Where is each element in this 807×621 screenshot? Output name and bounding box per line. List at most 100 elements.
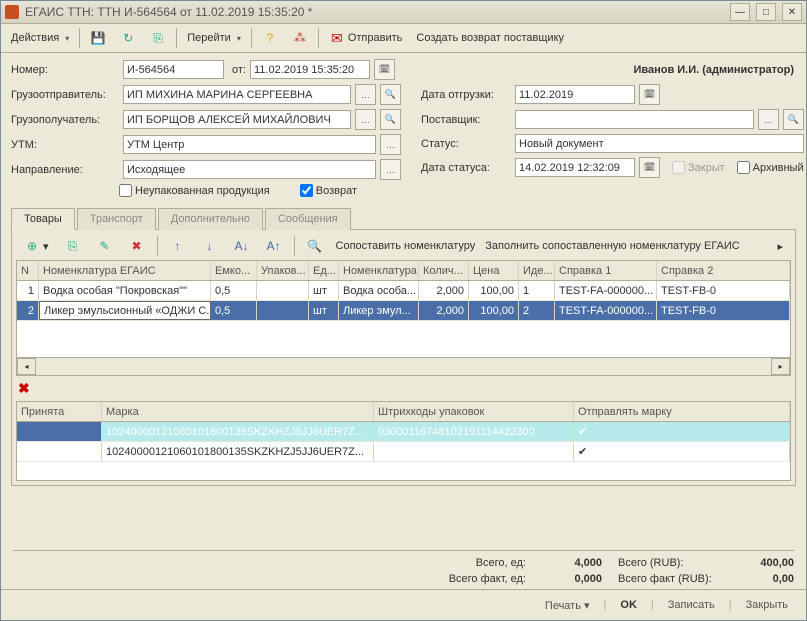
direction-select-icon[interactable]: … <box>380 159 401 180</box>
col-ident[interactable]: Иде... <box>519 261 555 280</box>
col-barcode[interactable]: Штрихкоды упаковок <box>374 402 574 421</box>
supplier-select-icon[interactable]: … <box>758 109 779 130</box>
refresh-icon[interactable]: ↻ <box>114 26 142 50</box>
col-accepted[interactable]: Принята <box>17 402 102 421</box>
shipper-open-icon[interactable]: 🔍 <box>380 84 401 105</box>
col-nom[interactable]: Номенклатура <box>339 261 419 280</box>
col-ref1[interactable]: Справка 1 <box>555 261 657 280</box>
return-checkbox[interactable]: Возврат <box>300 184 357 197</box>
ship-date-input[interactable]: 11.02.2019 <box>515 85 635 104</box>
create-return-button[interactable]: Создать возврат поставщику <box>410 26 570 50</box>
hscrollbar[interactable]: ◂▸ <box>17 357 790 375</box>
col-pack[interactable]: Упаков... <box>257 261 309 280</box>
supplier-open-icon[interactable]: 🔍 <box>783 109 804 130</box>
utm-input[interactable]: УТМ Центр <box>123 135 376 154</box>
col-nom-egais[interactable]: Номенклатура ЕГАИС <box>39 261 211 280</box>
col-ref2[interactable]: Справка 2 <box>657 261 790 280</box>
direction-label: Направление: <box>11 164 119 176</box>
save-icon[interactable]: 💾 <box>84 26 112 50</box>
tabs: Товары Транспорт Дополнительно Сообщения <box>11 207 796 230</box>
col-n[interactable]: N <box>17 261 39 280</box>
consignee-select-icon[interactable]: … <box>355 109 376 130</box>
total-qty-label: Всего, ед: <box>436 557 526 569</box>
number-label: Номер: <box>11 64 119 76</box>
sort-desc-icon[interactable]: A↑ <box>260 234 288 258</box>
supplier-input[interactable] <box>515 110 754 129</box>
grid-header: N Номенклатура ЕГАИС Емко... Упаков... Е… <box>17 261 790 281</box>
tab-additional[interactable]: Дополнительно <box>158 208 263 230</box>
status-date-label: Дата статуса: <box>421 162 511 174</box>
consignee-open-icon[interactable]: 🔍 <box>380 109 401 130</box>
marks-grid: Принята Марка Штрихкоды упаковок Отправл… <box>16 401 791 481</box>
check-icon: ✔ <box>578 445 587 458</box>
table-row[interactable]: 10240000121060101800135SKZKHZJ5JJ6UER7Z.… <box>17 422 790 442</box>
status-input[interactable]: Новый документ <box>515 134 804 153</box>
minimize-button[interactable]: — <box>730 3 750 21</box>
unpacked-checkbox[interactable]: Неупакованная продукция <box>119 184 270 197</box>
fill-nomenclature[interactable]: Заполнить сопоставленную номенклатуру ЕГ… <box>482 240 743 252</box>
toolbar-more-icon[interactable]: ▸ <box>771 234 789 258</box>
utm-select-icon[interactable]: … <box>380 134 401 155</box>
tab-goods[interactable]: Товары <box>11 208 75 230</box>
status-label: Статус: <box>421 138 511 150</box>
ok-button[interactable]: OK <box>612 596 645 614</box>
match-nomenclature[interactable]: Сопоставить номенклатуру <box>333 240 479 252</box>
total-rub-label: Всего (RUB): <box>618 557 728 569</box>
send-button[interactable]: ✉Отправить <box>323 26 409 50</box>
ship-date-cal-icon[interactable] <box>639 84 660 105</box>
sort-asc-icon[interactable]: A↓ <box>228 234 256 258</box>
titlebar: ЕГАИС ТТН: ТТН И-564564 от 11.02.2019 15… <box>1 1 806 24</box>
help-icon[interactable]: ? <box>256 26 284 50</box>
check-icon: ✔ <box>578 425 587 438</box>
post-icon[interactable]: ⎘ <box>144 26 172 50</box>
footer: Печать ▾| OK| Записать| Закрыть <box>1 589 806 620</box>
ship-date-label: Дата отгрузки: <box>421 89 511 101</box>
shipper-input[interactable]: ИП МИХИНА МАРИНА СЕРГЕЕВНА <box>123 85 351 104</box>
number-input[interactable]: И-564564 <box>123 60 224 79</box>
calendar-icon[interactable] <box>374 59 395 80</box>
tab-transport[interactable]: Транспорт <box>77 208 156 230</box>
clone-row-icon[interactable]: ⎘ <box>59 234 87 258</box>
direction-input[interactable]: Исходящее <box>123 160 376 179</box>
col-qty[interactable]: Колич... <box>419 261 469 280</box>
col-mark[interactable]: Марка <box>102 402 374 421</box>
fact-qty-label: Всего факт, ед: <box>436 573 526 585</box>
close-form-button[interactable]: Закрыть <box>738 596 796 614</box>
window-title: ЕГАИС ТТН: ТТН И-564564 от 11.02.2019 15… <box>25 5 724 19</box>
add-row-icon[interactable]: ⊕▾ <box>18 234 55 258</box>
utm-label: УТМ: <box>11 139 119 151</box>
closed-checkbox[interactable]: Закрыт <box>672 161 725 174</box>
table-row[interactable]: 10240000121060101800135SKZKHZJ5JJ6UER7Z.… <box>17 442 790 462</box>
status-date-cal-icon[interactable] <box>639 157 660 178</box>
move-down-icon[interactable]: ↓ <box>196 234 224 258</box>
tab-messages[interactable]: Сообщения <box>265 208 351 230</box>
save-button[interactable]: Записать <box>660 596 723 614</box>
print-button[interactable]: Печать ▾ <box>537 596 598 615</box>
col-capacity[interactable]: Емко... <box>211 261 257 280</box>
table-row[interactable]: 2 Ликер эмульсионный «ОДЖИ С... 0,5 шт Л… <box>17 301 790 321</box>
table-row[interactable]: 1 Водка особая "Покровская"" 0,5 шт Водк… <box>17 281 790 301</box>
consignee-input[interactable]: ИП БОРЩОВ АЛЕКСЕЙ МИХАЙЛОВИЧ <box>123 110 351 129</box>
search-icon[interactable]: 🔍 <box>301 234 329 258</box>
actions-menu[interactable]: Действия <box>5 26 75 50</box>
date-input[interactable]: 11.02.2019 15:35:20 <box>250 60 370 79</box>
fact-qty: 0,000 <box>532 573 602 585</box>
close-button[interactable]: ✕ <box>782 3 802 21</box>
delete-row-icon[interactable]: ✖ <box>123 234 151 258</box>
maximize-button[interactable]: □ <box>756 3 776 21</box>
archive-checkbox[interactable]: Архивный <box>737 161 804 174</box>
status-date-input[interactable]: 14.02.2019 12:32:09 <box>515 158 635 177</box>
app-icon <box>5 5 19 19</box>
fact-rub-label: Всего факт (RUB): <box>618 573 728 585</box>
col-send[interactable]: Отправлять марку <box>574 402 790 421</box>
col-unit[interactable]: Ед... <box>309 261 339 280</box>
move-up-icon[interactable]: ↑ <box>164 234 192 258</box>
delete-mark-icon[interactable]: ✖ <box>16 380 32 396</box>
shipper-select-icon[interactable]: … <box>355 84 376 105</box>
goto-menu[interactable]: Перейти <box>181 26 247 50</box>
structure-icon[interactable]: ⁂ <box>286 26 314 50</box>
col-price[interactable]: Цена <box>469 261 519 280</box>
shipper-label: Грузоотправитель: <box>11 89 119 101</box>
edit-row-icon[interactable]: ✎ <box>91 234 119 258</box>
from-label: от: <box>232 64 246 76</box>
